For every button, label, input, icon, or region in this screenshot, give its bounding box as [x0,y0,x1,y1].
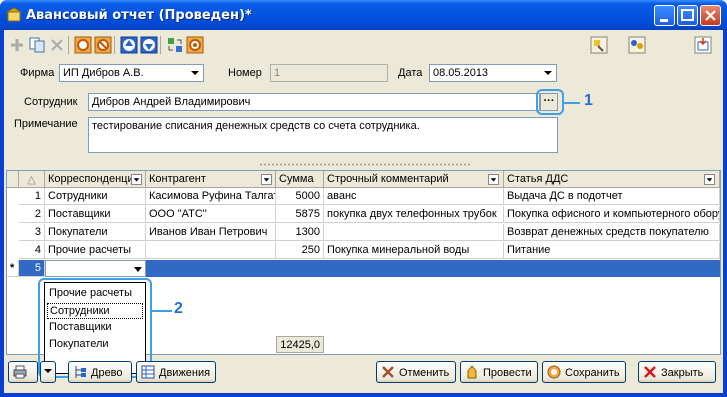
toolbar-separator [114,36,115,54]
toolbar-separator [68,36,69,54]
firm-value: ИП Дибров А.В. [63,67,144,79]
filter-dropdown-icon[interactable] [488,174,499,185]
movements-button[interactable]: Движения [136,361,216,383]
ledger-icon [141,365,155,379]
column-header-dds-item[interactable]: Статья ДДС [504,171,720,188]
exit-icon[interactable] [694,36,712,54]
employee-value: Дибров Андрей Владимирович [92,96,251,108]
filter-dropdown-icon[interactable] [704,174,715,185]
grid-indicator-header [7,171,19,188]
date-value: 08.05.2013 [433,67,489,79]
post-icon [467,365,477,379]
chevron-down-icon[interactable] [188,66,202,80]
add-icon[interactable] [8,36,26,54]
splitter-handle[interactable] [259,163,471,166]
filter-dropdown-icon[interactable] [131,174,142,185]
sum-total: 12425,0 [276,336,324,353]
callout-label-2: 2 [174,300,183,317]
tree-button[interactable]: Древо [68,361,132,383]
title-bar[interactable]: Авансовый отчет (Проведен)* [0,0,727,30]
note-textarea[interactable]: тестирование списания денежных средств с… [88,117,558,153]
delete-icon[interactable] [48,36,66,54]
callout-line-1 [564,102,580,104]
copy-icon[interactable] [28,36,46,54]
chevron-down-icon[interactable] [133,264,143,274]
chevron-down-icon [44,369,52,373]
firm-select[interactable]: ИП Дибров А.В. [59,64,204,82]
structure-icon[interactable] [590,36,608,54]
move-down-icon[interactable] [140,36,158,54]
date-field[interactable]: 08.05.2013 [429,64,557,82]
new-row-marker: * [7,260,19,277]
form-body: Фирма ИП Дибров А.В. Номер 1 Дата 08.05.… [4,30,723,393]
window-title: Авансовый отчет (Проведен)* [26,8,252,23]
callout-line-2 [152,310,172,312]
post-button[interactable]: Провести [460,361,538,383]
tree-icon [75,366,86,378]
callout-box-1 [536,89,564,115]
column-header-comment[interactable]: Строчный комментарий [324,171,504,188]
row-number-header[interactable]: △ [19,171,45,188]
column-header-contractor[interactable]: Контрагент [146,171,276,188]
move-up-icon[interactable] [120,36,138,54]
maximize-button[interactable] [677,5,698,26]
close-button[interactable]: Закрыть [638,361,716,383]
unmark-icon[interactable] [94,36,112,54]
close-icon [705,10,716,21]
number-label: Номер [228,67,262,79]
close-icon [644,366,656,378]
document-window: Авансовый отчет (Проведен)* Фирма ИП Диб… [0,0,727,397]
document-icon [6,7,22,22]
number-field[interactable]: 1 [270,64,388,82]
sort-icon[interactable] [166,36,184,54]
number-value: 1 [274,67,281,79]
save-button[interactable]: Сохранить [542,361,626,383]
unpost-icon [382,366,394,378]
print-menu-button[interactable] [40,361,56,383]
cancel-posting-button[interactable]: Отменить [376,361,456,383]
employee-label: Сотрудник [24,96,78,108]
save-icon [547,365,561,379]
callout-label-1: 1 [584,92,593,109]
print-button[interactable] [8,361,38,383]
minimize-icon [660,19,668,22]
correspondence-combo[interactable] [45,260,146,277]
column-header-sum[interactable]: Сумма [276,171,324,188]
mark-delete-icon[interactable] [74,36,92,54]
minimize-button[interactable] [654,5,675,26]
filter-dropdown-icon[interactable] [261,174,272,185]
toolbar-separator [160,36,161,54]
firm-label: Фирма [20,67,55,79]
date-label: Дата [398,67,423,79]
chevron-down-icon[interactable] [541,66,555,80]
note-label: Примечание [14,118,78,130]
note-value: тестирование списания денежных средств с… [92,120,420,132]
users-icon[interactable] [628,36,646,54]
printer-icon [13,365,27,379]
settings-icon[interactable] [186,36,204,54]
close-window-button[interactable] [700,5,721,26]
maximize-icon [681,9,694,21]
column-header-correspondence[interactable]: Корреспонденция [45,171,146,188]
employee-field[interactable]: Дибров Андрей Владимирович [88,93,540,111]
